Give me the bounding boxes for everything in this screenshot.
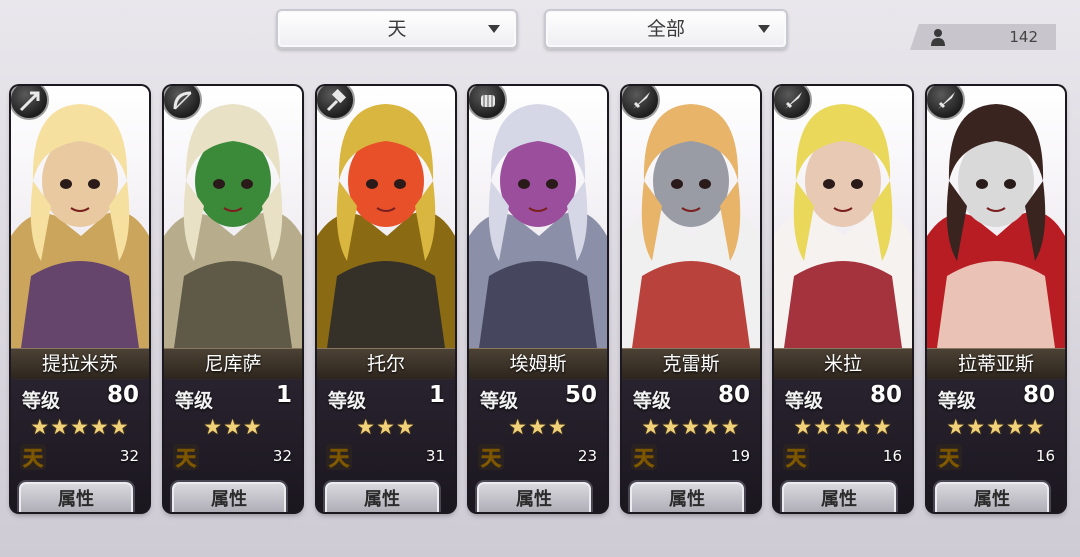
hero-stats-panel: 等级 1 ★★★ 天 32 属性 xyxy=(164,379,302,512)
level-value: 1 xyxy=(428,382,445,408)
tian-count: 16 xyxy=(882,447,902,465)
hero-name: 拉蒂亚斯 xyxy=(927,348,1065,380)
category-filter-value: 全部 xyxy=(646,18,685,40)
hero-portrait xyxy=(317,86,455,348)
level-label: 等级 xyxy=(633,390,672,412)
hero-portrait xyxy=(622,86,760,348)
hero-stats-panel: 等级 80 ★★★★★ 天 16 属性 xyxy=(774,379,912,512)
tian-count: 31 xyxy=(425,447,445,465)
tian-count: 23 xyxy=(577,447,597,465)
star-rating: ★★★★★ xyxy=(30,415,130,439)
attributes-button[interactable]: 属性 xyxy=(782,482,896,512)
attributes-button[interactable]: 属性 xyxy=(172,482,286,512)
hero-card[interactable]: 埃姆斯 等级 50 ★★★ 天 23 属性 xyxy=(469,86,607,512)
hero-card[interactable]: 托尔 等级 1 ★★★ 天 31 属性 xyxy=(317,86,455,512)
level-label: 等级 xyxy=(175,390,214,412)
hero-card[interactable]: 拉蒂亚斯 等级 80 ★★★★★ 天 16 属性 xyxy=(927,86,1065,512)
chevron-down-icon xyxy=(758,25,770,33)
tian-rank-icon: 天 xyxy=(20,444,46,470)
attributes-button[interactable]: 属性 xyxy=(19,482,133,512)
hero-count-value: 142 xyxy=(1009,28,1038,46)
level-value: 80 xyxy=(1022,382,1055,408)
tian-rank-label: 天 xyxy=(329,446,350,470)
hero-name: 克雷斯 xyxy=(622,348,760,380)
hero-stats-panel: 等级 1 ★★★ 天 31 属性 xyxy=(317,379,455,512)
level-label: 等级 xyxy=(328,390,367,412)
tian-rank-label: 天 xyxy=(939,446,960,470)
hero-portrait xyxy=(11,86,149,348)
hero-card-list: 提拉米苏 等级 80 ★★★★★ 天 32 属性 尼库萨 等级 1 ★★★ 天 … xyxy=(0,66,1080,557)
attributes-button[interactable]: 属性 xyxy=(935,482,1049,512)
hero-card[interactable]: 尼库萨 等级 1 ★★★ 天 32 属性 xyxy=(164,86,302,512)
star-rating: ★★★ xyxy=(203,415,263,439)
tian-rank-icon: 天 xyxy=(631,444,657,470)
tian-rank-label: 天 xyxy=(634,446,655,470)
tian-rank-label: 天 xyxy=(786,446,807,470)
attributes-button[interactable]: 属性 xyxy=(477,482,591,512)
hero-stats-panel: 等级 80 ★★★★★ 天 16 属性 xyxy=(927,379,1065,512)
tian-rank-label: 天 xyxy=(481,446,502,470)
hero-card[interactable]: 克雷斯 等级 80 ★★★★★ 天 19 属性 xyxy=(622,86,760,512)
star-rating: ★★★★★ xyxy=(946,415,1046,439)
level-value: 50 xyxy=(564,382,597,408)
attributes-button[interactable]: 属性 xyxy=(325,482,439,512)
hero-portrait xyxy=(164,86,302,348)
level-value: 80 xyxy=(717,382,750,408)
level-label: 等级 xyxy=(938,390,977,412)
filter-bar: 天 全部 142 xyxy=(0,0,1080,66)
attributes-button[interactable]: 属性 xyxy=(630,482,744,512)
star-rating: ★★★★★ xyxy=(641,415,741,439)
hero-stats-panel: 等级 80 ★★★★★ 天 19 属性 xyxy=(622,379,760,512)
hero-name: 提拉米苏 xyxy=(11,348,149,380)
star-rating: ★★★★★ xyxy=(793,415,893,439)
tian-rank-icon: 天 xyxy=(173,444,199,470)
tian-count: 32 xyxy=(119,447,139,465)
tian-count: 32 xyxy=(272,447,292,465)
tian-count: 16 xyxy=(1035,447,1055,465)
hero-card[interactable]: 米拉 等级 80 ★★★★★ 天 16 属性 xyxy=(774,86,912,512)
hero-name: 托尔 xyxy=(317,348,455,380)
hero-portrait xyxy=(927,86,1065,348)
level-value: 1 xyxy=(275,382,292,408)
tian-rank-label: 天 xyxy=(176,446,197,470)
hero-name: 米拉 xyxy=(774,348,912,380)
hero-stats-panel: 等级 50 ★★★ 天 23 属性 xyxy=(469,379,607,512)
level-value: 80 xyxy=(106,382,139,408)
level-label: 等级 xyxy=(480,390,519,412)
tian-rank-label: 天 xyxy=(23,446,44,470)
tian-rank-icon: 天 xyxy=(478,444,504,470)
chevron-down-icon xyxy=(488,25,500,33)
tian-count: 19 xyxy=(730,447,750,465)
hero-name: 埃姆斯 xyxy=(469,348,607,380)
hero-portrait xyxy=(774,86,912,348)
level-value: 80 xyxy=(869,382,902,408)
category-filter-dropdown[interactable]: 全部 xyxy=(544,9,788,49)
hero-count-badge: 142 xyxy=(910,24,1056,50)
hero-name: 尼库萨 xyxy=(164,348,302,380)
hero-portrait xyxy=(469,86,607,348)
level-label: 等级 xyxy=(785,390,824,412)
tian-rank-icon: 天 xyxy=(783,444,809,470)
star-rating: ★★★ xyxy=(356,415,416,439)
star-rating: ★★★ xyxy=(508,415,568,439)
tian-rank-icon: 天 xyxy=(326,444,352,470)
person-icon xyxy=(931,29,945,46)
level-label: 等级 xyxy=(22,390,61,412)
hero-stats-panel: 等级 80 ★★★★★ 天 32 属性 xyxy=(11,379,149,512)
hero-card[interactable]: 提拉米苏 等级 80 ★★★★★ 天 32 属性 xyxy=(11,86,149,512)
rarity-filter-dropdown[interactable]: 天 xyxy=(276,9,518,49)
tian-rank-icon: 天 xyxy=(936,444,962,470)
rarity-filter-value: 天 xyxy=(387,18,407,40)
